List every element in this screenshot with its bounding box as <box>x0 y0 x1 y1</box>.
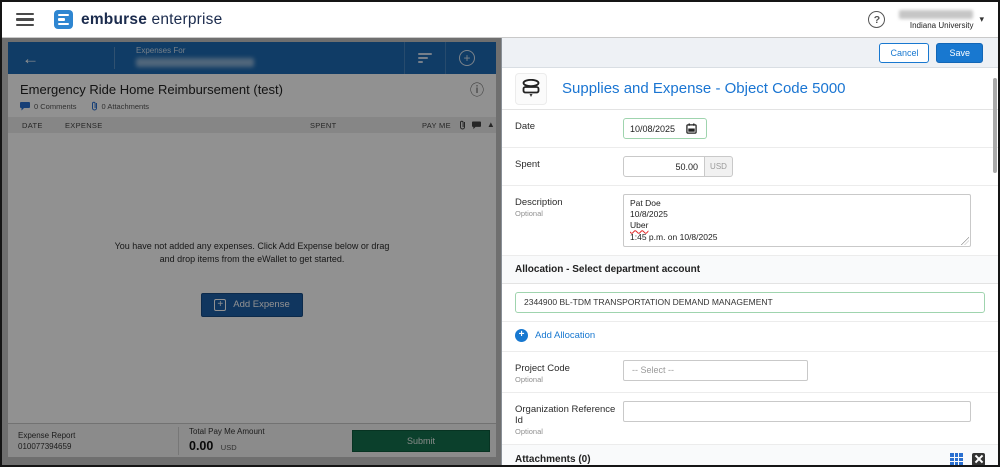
expand-icon[interactable] <box>972 453 985 466</box>
expense-report-panel: ← Expenses For + <box>2 38 501 465</box>
expense-type-title: Supplies and Expense - Object Code 5000 <box>562 80 846 97</box>
org-reference-optional: Optional <box>515 427 623 436</box>
description-optional: Optional <box>515 209 623 218</box>
scrollbar-thumb[interactable] <box>993 78 997 173</box>
brand-name: emburse enterprise <box>81 11 222 29</box>
chevron-down-icon: ▾ <box>979 15 984 24</box>
description-line: 1:45 p.m. on 10/8/2025 <box>630 232 964 243</box>
hamburger-menu-icon[interactable] <box>16 13 34 26</box>
caret-down-icon: ▾ <box>529 93 532 99</box>
description-line: Pat Doe <box>630 198 964 209</box>
textarea-resize-handle[interactable] <box>961 237 969 245</box>
spent-label: Spent <box>515 159 623 170</box>
cancel-button[interactable]: Cancel <box>879 43 929 63</box>
allocation-section-header: Allocation - Select department account <box>502 256 998 284</box>
project-code-select[interactable]: -- Select -- <box>623 360 808 381</box>
expense-type-stack-icon <box>521 79 541 94</box>
top-bar: emburse enterprise ? Indiana University … <box>2 2 998 38</box>
spent-input[interactable] <box>623 156 705 177</box>
expense-entry-panel: Cancel Save ▾ Supplies and Expense - Obj… <box>501 38 998 465</box>
description-row: Description Optional Pat Doe 10/8/2025 U… <box>502 186 998 256</box>
user-menu[interactable]: Indiana University ▾ <box>899 10 984 30</box>
user-name-redacted <box>899 10 973 19</box>
description-line-misspelled: Uber <box>630 220 648 230</box>
org-reference-row: Organization Reference Id Optional <box>502 393 998 445</box>
add-allocation-button[interactable]: + Add Allocation <box>502 322 998 352</box>
save-button[interactable]: Save <box>936 43 983 63</box>
project-code-label: Project Code <box>515 363 623 374</box>
project-code-optional: Optional <box>515 375 623 384</box>
date-label: Date <box>515 121 623 132</box>
project-code-row: Project Code Optional -- Select -- <box>502 352 998 393</box>
allocation-input[interactable] <box>515 292 985 313</box>
org-reference-label: Organization Reference Id <box>515 404 623 426</box>
description-line: 10/8/2025 <box>630 209 964 220</box>
allocation-row <box>502 284 998 322</box>
org-reference-input[interactable] <box>623 401 971 422</box>
attachments-section-header: Attachments (0) <box>502 445 998 467</box>
calendar-icon[interactable] <box>686 123 697 134</box>
date-row: Date <box>502 110 998 148</box>
currency-addon: USD <box>705 156 733 177</box>
emburse-logo-icon <box>54 10 73 29</box>
emburse-logo: emburse enterprise <box>54 10 222 29</box>
add-allocation-label: Add Allocation <box>535 330 595 341</box>
description-textarea[interactable]: Pat Doe 10/8/2025 Uber 1:45 p.m. on 10/8… <box>623 194 971 247</box>
brand-primary: emburse <box>81 11 147 28</box>
spent-row: Spent USD <box>502 148 998 186</box>
date-input[interactable] <box>630 124 678 134</box>
plus-circle-icon: + <box>515 329 528 342</box>
help-icon[interactable]: ? <box>868 11 885 28</box>
attachments-header-label: Attachments (0) <box>515 454 591 465</box>
expense-type-button[interactable]: ▾ <box>515 73 547 105</box>
grid-view-icon[interactable] <box>950 453 963 466</box>
modal-dim-overlay <box>2 38 501 465</box>
user-organization: Indiana University <box>910 21 974 30</box>
description-label: Description <box>515 197 623 208</box>
date-field[interactable] <box>623 118 707 139</box>
app-window: emburse enterprise ? Indiana University … <box>0 0 1000 467</box>
entry-action-bar: Cancel Save <box>502 38 998 68</box>
brand-secondary: enterprise <box>152 11 223 28</box>
